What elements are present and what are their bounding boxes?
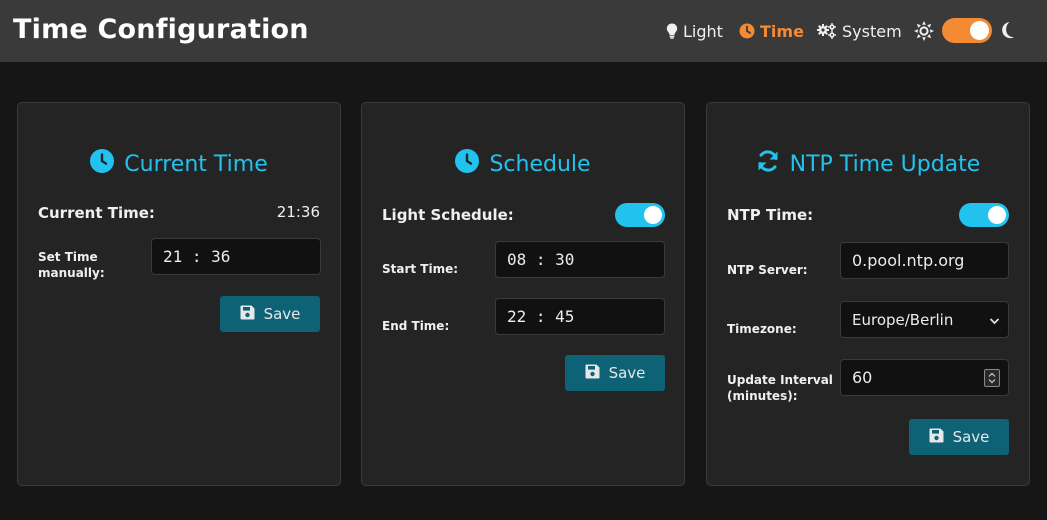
sun-icon bbox=[914, 21, 934, 45]
light-schedule-label: Light Schedule: bbox=[382, 206, 514, 224]
floppy-disk-icon bbox=[240, 305, 255, 324]
update-interval-input[interactable]: 60 bbox=[840, 359, 1009, 396]
top-navbar: Time Configuration Light Time System bbox=[0, 0, 1047, 62]
card-title: NTP Time Update bbox=[789, 151, 981, 177]
current-time-label: Current Time: bbox=[38, 204, 155, 222]
sync-icon bbox=[756, 149, 780, 179]
set-time-label: Set Time manually: bbox=[38, 249, 105, 281]
update-interval-value: 60 bbox=[852, 368, 873, 387]
save-button-label: Save bbox=[263, 305, 301, 323]
clock-icon bbox=[90, 149, 115, 179]
end-time-input[interactable]: 22 : 45 bbox=[495, 298, 665, 335]
timezone-select-value: Europe/Berlin bbox=[852, 310, 954, 329]
spinner-up-icon bbox=[988, 372, 996, 377]
nav-system[interactable]: System bbox=[817, 22, 902, 41]
clock-icon bbox=[455, 149, 480, 179]
card-heading: Schedule bbox=[362, 149, 684, 179]
start-time-label: Start Time: bbox=[382, 262, 459, 276]
floppy-disk-icon bbox=[585, 364, 600, 383]
nav-light[interactable]: Light bbox=[666, 22, 723, 41]
spinner-down-icon bbox=[988, 379, 996, 384]
save-button[interactable]: Save bbox=[565, 355, 665, 391]
start-time-input[interactable]: 08 : 30 bbox=[495, 241, 665, 278]
nav-time[interactable]: Time bbox=[739, 22, 804, 41]
card-title: Schedule bbox=[489, 151, 591, 177]
set-time-label-line2: manually: bbox=[38, 266, 105, 280]
save-button[interactable]: Save bbox=[220, 296, 320, 332]
ntp-card: NTP Time Update NTP Time: NTP Server: 0.… bbox=[706, 102, 1030, 486]
switch-knob bbox=[644, 206, 662, 224]
clock-icon bbox=[739, 23, 755, 39]
gears-icon bbox=[817, 23, 837, 39]
ntp-server-label: NTP Server: bbox=[727, 263, 808, 277]
update-interval-label-line1: Update Interval bbox=[727, 373, 833, 387]
update-interval-label-line2: (minutes): bbox=[727, 389, 798, 403]
save-button-label: Save bbox=[608, 364, 646, 382]
timezone-label: Timezone: bbox=[727, 322, 797, 336]
ntp-server-input[interactable]: 0.pool.ntp.org bbox=[840, 242, 1009, 279]
current-time-card: Current Time Current Time: 21:36 Set Tim… bbox=[17, 102, 341, 486]
page-title: Time Configuration bbox=[13, 14, 309, 45]
card-title: Current Time bbox=[124, 151, 268, 177]
card-heading: Current Time bbox=[18, 149, 340, 179]
card-heading: NTP Time Update bbox=[707, 149, 1029, 179]
nav-light-label: Light bbox=[683, 21, 723, 41]
light-schedule-switch[interactable] bbox=[615, 203, 665, 227]
schedule-card: Schedule Light Schedule: Start Time: 08 … bbox=[361, 102, 685, 486]
lightbulb-icon bbox=[666, 23, 678, 39]
nav-time-label: Time bbox=[760, 21, 804, 41]
moon-icon bbox=[999, 21, 1015, 45]
current-time-value: 21:36 bbox=[276, 203, 320, 221]
set-time-input[interactable]: 21 : 36 bbox=[151, 238, 321, 275]
save-button[interactable]: Save bbox=[909, 419, 1009, 455]
update-interval-label: Update Interval (minutes): bbox=[727, 372, 833, 404]
set-time-label-line1: Set Time bbox=[38, 250, 98, 264]
timezone-select[interactable]: Europe/Berlin bbox=[840, 301, 1009, 338]
switch-knob bbox=[988, 206, 1006, 224]
floppy-disk-icon bbox=[929, 428, 944, 447]
chevron-down-icon bbox=[989, 313, 1000, 331]
ntp-time-label: NTP Time: bbox=[727, 206, 814, 224]
ntp-time-switch[interactable] bbox=[959, 203, 1009, 227]
end-time-label: End Time: bbox=[382, 319, 450, 333]
number-spinner[interactable] bbox=[984, 369, 1000, 387]
theme-toggle-knob bbox=[970, 21, 989, 40]
nav-system-label: System bbox=[842, 21, 902, 41]
save-button-label: Save bbox=[952, 428, 990, 446]
theme-toggle[interactable] bbox=[942, 18, 992, 43]
